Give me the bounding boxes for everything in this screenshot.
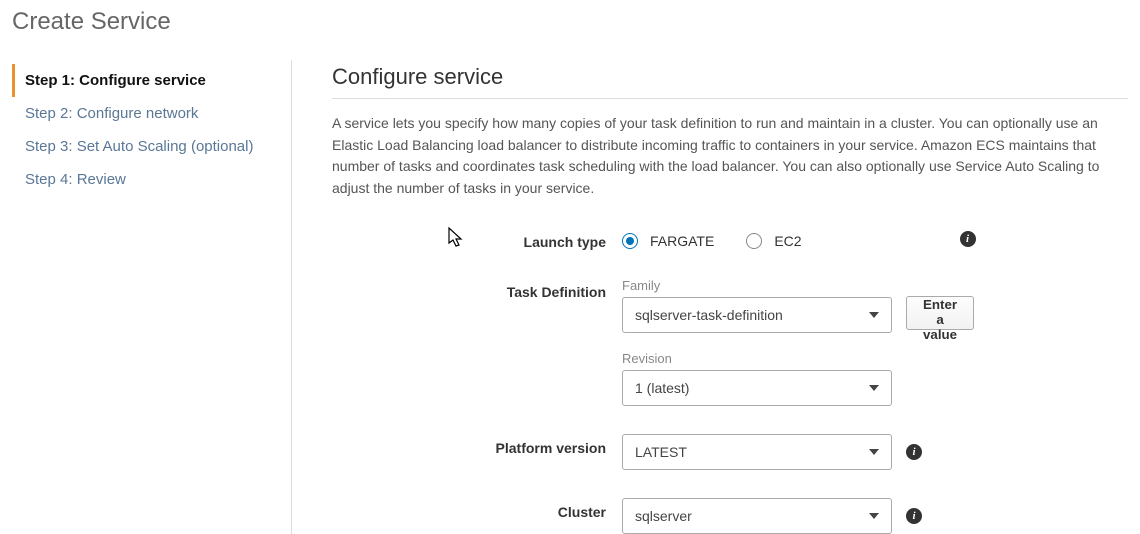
select-cluster[interactable]: sqlserver xyxy=(622,498,892,534)
row-platform-version: Platform version LATEST i xyxy=(332,434,1128,470)
select-revision[interactable]: 1 (latest) xyxy=(622,370,892,406)
chevron-down-icon xyxy=(869,513,879,519)
radio-fargate[interactable] xyxy=(622,233,638,249)
info-icon[interactable]: i xyxy=(906,444,922,460)
select-revision-value: 1 (latest) xyxy=(635,380,689,396)
row-cluster: Cluster sqlserver i xyxy=(332,498,1128,534)
label-task-definition: Task Definition xyxy=(332,278,622,406)
main-content: Configure service A service lets you spe… xyxy=(292,60,1128,534)
info-icon[interactable]: i xyxy=(906,508,922,524)
radio-ec2-label: EC2 xyxy=(774,233,801,249)
label-platform-version: Platform version xyxy=(332,434,622,470)
enter-value-button[interactable]: Enter a value xyxy=(906,296,974,330)
select-family-value: sqlserver-task-definition xyxy=(635,307,783,323)
select-family[interactable]: sqlserver-task-definition xyxy=(622,297,892,333)
select-cluster-value: sqlserver xyxy=(635,508,692,524)
step-auto-scaling[interactable]: Step 3: Set Auto Scaling (optional) xyxy=(12,130,281,163)
info-icon[interactable]: i xyxy=(960,231,976,247)
chevron-down-icon xyxy=(869,312,879,318)
label-cluster: Cluster xyxy=(332,498,622,534)
step-configure-network[interactable]: Step 2: Configure network xyxy=(12,97,281,130)
wizard-steps: Step 1: Configure service Step 2: Config… xyxy=(12,60,292,534)
row-launch-type: Launch type FARGATE EC2 i xyxy=(332,228,1128,250)
label-family: Family xyxy=(622,278,892,293)
section-description: A service lets you specify how many copi… xyxy=(332,113,1128,200)
label-launch-type: Launch type xyxy=(332,228,622,250)
select-platform-version-value: LATEST xyxy=(635,444,687,460)
label-revision: Revision xyxy=(622,351,892,366)
chevron-down-icon xyxy=(869,449,879,455)
radio-fargate-label: FARGATE xyxy=(650,233,714,249)
chevron-down-icon xyxy=(869,385,879,391)
section-title: Configure service xyxy=(332,64,1128,99)
step-review[interactable]: Step 4: Review xyxy=(12,163,281,196)
step-configure-service[interactable]: Step 1: Configure service xyxy=(12,64,281,97)
select-platform-version[interactable]: LATEST xyxy=(622,434,892,470)
radio-ec2[interactable] xyxy=(746,233,762,249)
row-task-definition: Task Definition Family sqlserver-task-de… xyxy=(332,278,1128,406)
page-title: Create Service xyxy=(12,8,1128,36)
